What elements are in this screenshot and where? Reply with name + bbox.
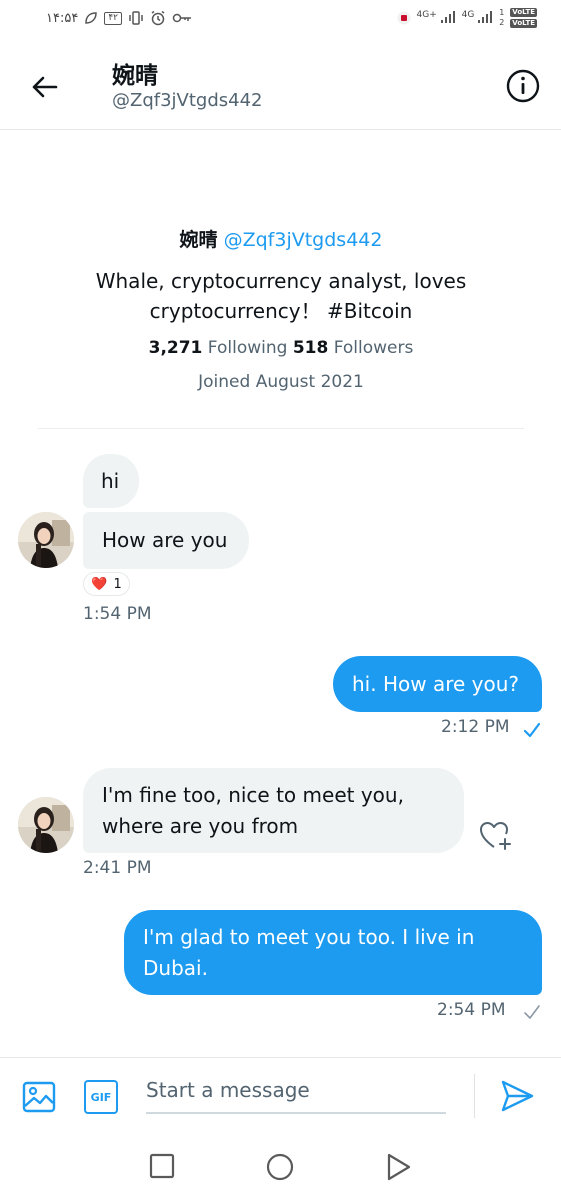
status-right: 4G+ 4G 1 2 VoLTE VoLTE bbox=[397, 8, 537, 28]
avatar-image bbox=[18, 512, 74, 568]
notification-app-icon bbox=[397, 11, 410, 25]
vibrate-icon bbox=[129, 11, 143, 25]
message-text: I'm fine too, nice to meet you, where ar… bbox=[102, 782, 404, 838]
profile-stats: 3,271 Following 518 Followers bbox=[38, 338, 524, 358]
status-bar: ۱۴:۵۴ ۴۲ 4G+ 4G 1 2 VoLTE VoLTE bbox=[0, 0, 561, 40]
reaction-count: 1 bbox=[113, 576, 122, 592]
image-icon bbox=[22, 1081, 56, 1113]
message-bubble-incoming[interactable]: hi bbox=[83, 454, 139, 508]
arrow-left-icon bbox=[32, 76, 58, 98]
leaf-icon bbox=[85, 12, 98, 24]
profile-name-line: 婉晴 @Zqf3jVtgds442 bbox=[38, 225, 524, 252]
conversation-header: 婉晴 @Zqf3jVtgds442 bbox=[0, 40, 561, 130]
message-bubble-incoming[interactable]: I'm fine too, nice to meet you, where ar… bbox=[83, 768, 464, 853]
status-left: ۱۴:۵۴ ۴۲ bbox=[46, 10, 192, 26]
sender-avatar[interactable] bbox=[18, 512, 74, 568]
message-timestamp: 2:41 PM bbox=[83, 858, 152, 878]
battery-icon: ۴۲ bbox=[104, 11, 122, 25]
sim-1-number: 1 bbox=[499, 8, 505, 17]
system-navigation-bar bbox=[0, 1133, 561, 1200]
battery-level: ۴۲ bbox=[108, 12, 118, 23]
volte-badges: VoLTE VoLTE bbox=[510, 8, 537, 28]
add-photo-button[interactable] bbox=[22, 1080, 56, 1118]
followers-count[interactable]: 518 bbox=[293, 338, 329, 358]
message-bubble-outgoing[interactable]: hi. How are you? bbox=[333, 656, 542, 712]
signal-bars-1-icon bbox=[440, 10, 455, 23]
info-button[interactable] bbox=[505, 68, 541, 104]
key-icon bbox=[172, 13, 191, 23]
back-button[interactable] bbox=[28, 70, 62, 104]
status-time: ۱۴:۵۴ bbox=[46, 10, 79, 26]
message-text: hi. How are you? bbox=[352, 671, 520, 696]
header-handle[interactable]: @Zqf3jVtgds442 bbox=[112, 90, 263, 111]
back-nav-button[interactable] bbox=[386, 1153, 412, 1185]
followers-label[interactable]: Followers bbox=[334, 338, 414, 358]
following-count[interactable]: 3,271 bbox=[149, 338, 203, 358]
header-name[interactable]: 婉晴 bbox=[112, 56, 158, 90]
profile-handle[interactable]: @Zqf3jVtgds442 bbox=[224, 229, 383, 251]
like-message-button[interactable] bbox=[478, 818, 514, 854]
message-bubble-outgoing[interactable]: I'm glad to meet you too. I live in Duba… bbox=[124, 910, 542, 995]
message-text: I'm glad to meet you too. I live in Duba… bbox=[143, 924, 475, 980]
network-1-label: 4G+ bbox=[416, 9, 437, 20]
square-icon bbox=[149, 1153, 175, 1179]
signal-bars-2-icon bbox=[478, 10, 493, 23]
seen-check-icon bbox=[523, 722, 541, 738]
volte-2-badge: VoLTE bbox=[510, 19, 537, 28]
profile-summary[interactable]: 婉晴 @Zqf3jVtgds442 Whale, cryptocurrency … bbox=[38, 225, 524, 392]
sent-check-icon bbox=[524, 1005, 540, 1019]
following-label[interactable]: Following bbox=[208, 338, 288, 358]
network-2-label: 4G bbox=[461, 9, 475, 20]
message-timestamp: 2:54 PM bbox=[437, 1000, 506, 1020]
alarm-icon bbox=[151, 10, 165, 26]
reaction-badge[interactable]: ❤️ 1 bbox=[83, 572, 130, 596]
message-timestamp: 1:54 PM bbox=[83, 604, 152, 624]
message-text: How are you bbox=[102, 528, 228, 552]
volte-1-badge: VoLTE bbox=[510, 8, 537, 17]
message-timestamp: 2:12 PM bbox=[441, 717, 510, 737]
send-icon bbox=[501, 1080, 534, 1112]
sender-avatar[interactable] bbox=[18, 797, 74, 853]
message-input[interactable]: Start a message bbox=[146, 1072, 446, 1114]
recents-button[interactable] bbox=[149, 1153, 175, 1183]
message-composer: GIF Start a message bbox=[0, 1057, 561, 1129]
add-gif-button[interactable]: GIF bbox=[84, 1080, 118, 1114]
sim-2-number: 2 bbox=[499, 18, 505, 27]
heart-plus-icon bbox=[480, 822, 511, 850]
triangle-back-icon bbox=[387, 1153, 411, 1181]
avatar-image bbox=[18, 797, 74, 853]
signal-2: 4G bbox=[462, 10, 494, 27]
info-icon bbox=[506, 69, 540, 103]
profile-bio: Whale, cryptocurrency analyst, loves cry… bbox=[95, 269, 467, 323]
sim-numbers: 1 2 bbox=[499, 8, 504, 28]
home-button[interactable] bbox=[266, 1153, 294, 1185]
message-bubble-incoming[interactable]: How are you bbox=[83, 512, 249, 569]
signal-1: 4G+ bbox=[417, 10, 456, 27]
circle-icon bbox=[266, 1153, 294, 1181]
send-button[interactable] bbox=[499, 1078, 535, 1118]
profile-joined-date: Joined August 2021 bbox=[198, 372, 364, 392]
profile-divider bbox=[38, 428, 524, 429]
profile-name: 婉晴 bbox=[179, 229, 218, 251]
heart-reaction-icon: ❤️ bbox=[91, 576, 108, 592]
gif-icon: GIF bbox=[90, 1090, 112, 1104]
composer-divider bbox=[474, 1074, 475, 1118]
message-text: hi bbox=[101, 468, 120, 493]
